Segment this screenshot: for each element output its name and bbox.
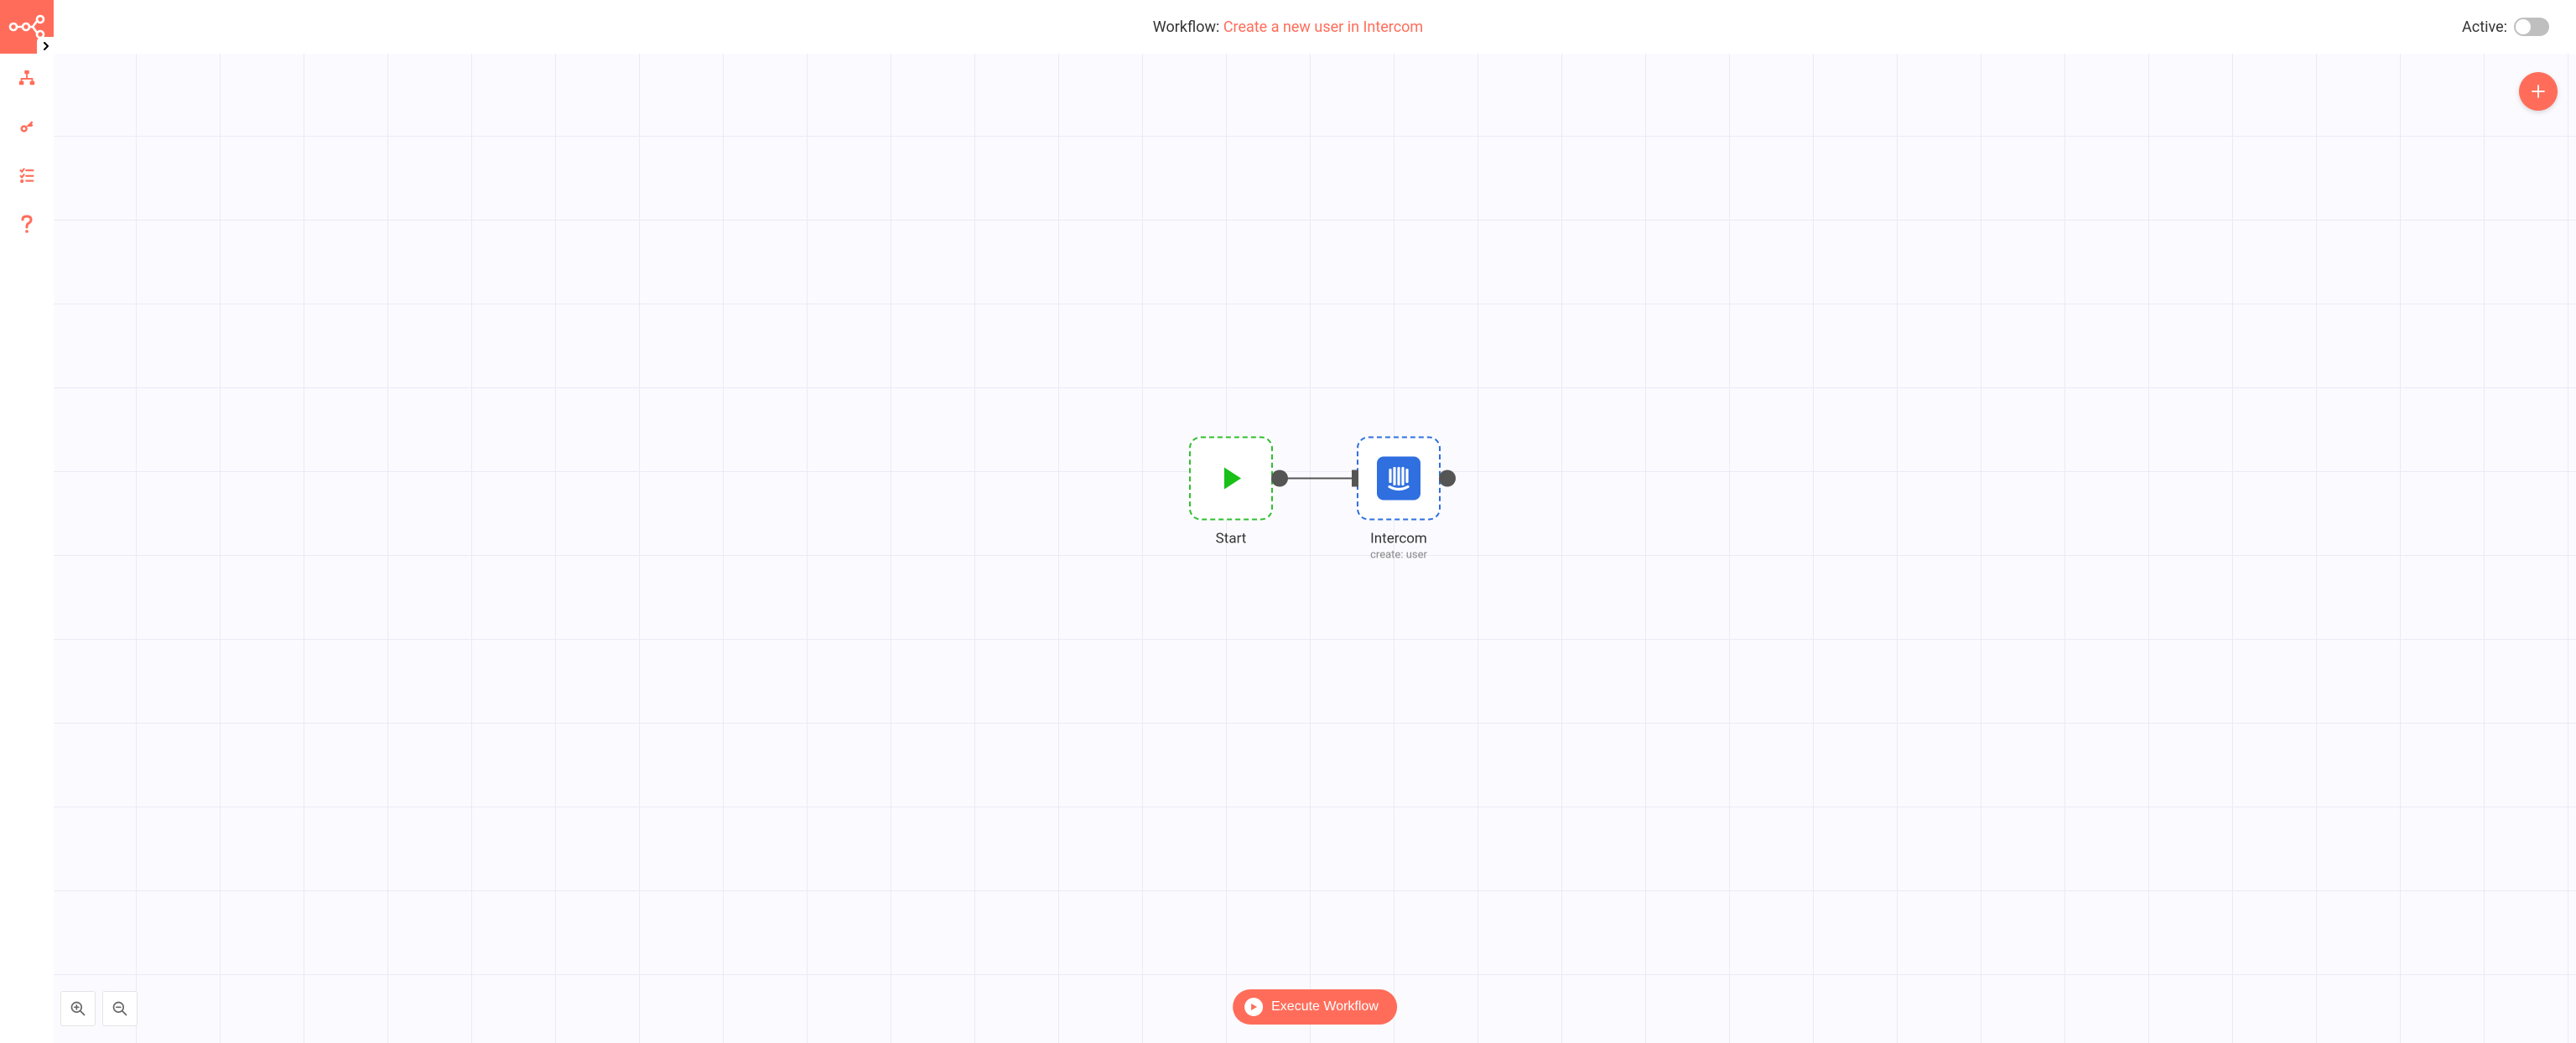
node-intercom-subtitle: create: user [1370,549,1427,562]
play-icon [1216,464,1246,494]
sidebar-item-workflows[interactable] [0,54,54,102]
toggle-knob [2516,19,2531,34]
sidebar-item-executions[interactable] [0,151,54,200]
execute-workflow-button[interactable]: Execute Workflow [1233,989,1397,1025]
zoom-in-icon [70,1000,86,1017]
key-icon [18,118,35,135]
node-intercom-box[interactable] [1357,437,1441,521]
zoom-out-icon [112,1000,128,1017]
workflow-title-prefix: Workflow: [1153,18,1223,36]
header-right: Active: [2462,18,2549,36]
sidebar-expand-button[interactable] [37,37,55,55]
workflow-title[interactable]: Workflow: Create a new user in Intercom [1153,18,1423,36]
workflow-name: Create a new user in Intercom [1223,18,1423,36]
sidebar-item-credentials[interactable] [0,102,54,151]
sidebar-item-help[interactable] [0,200,54,248]
app-logo[interactable] [0,0,54,54]
node-intercom-input-port[interactable] [1352,470,1358,487]
node-start-box[interactable] [1189,437,1273,521]
add-node-button[interactable] [2519,72,2558,111]
zoom-controls [60,991,138,1026]
header: Workflow: Create a new user in Intercom … [0,0,2576,54]
connection-line [1273,478,1357,480]
n8n-logo-icon [8,14,45,39]
node-start-label: Start [1216,531,1247,547]
plus-icon [2530,83,2547,100]
chevron-right-icon [42,42,50,50]
node-layer: Start [1189,437,1441,562]
intercom-icon [1377,457,1420,501]
node-intercom-label: Intercom [1370,531,1427,547]
play-badge-icon [1244,998,1263,1016]
zoom-out-button[interactable] [102,991,138,1026]
list-check-icon [18,167,35,184]
connection-start-intercom[interactable] [1273,437,1357,521]
workflows-icon [18,69,36,87]
active-toggle[interactable] [2514,18,2549,36]
node-start: Start [1189,437,1273,547]
active-label: Active: [2462,18,2507,36]
canvas[interactable]: Start [54,54,2576,1043]
zoom-in-button[interactable] [60,991,96,1026]
execute-button-label: Execute Workflow [1271,999,1379,1014]
sidebar [0,0,54,248]
node-intercom-output-port[interactable] [1439,470,1456,487]
node-intercom: Intercom create: user [1357,437,1441,562]
question-icon [20,215,34,233]
